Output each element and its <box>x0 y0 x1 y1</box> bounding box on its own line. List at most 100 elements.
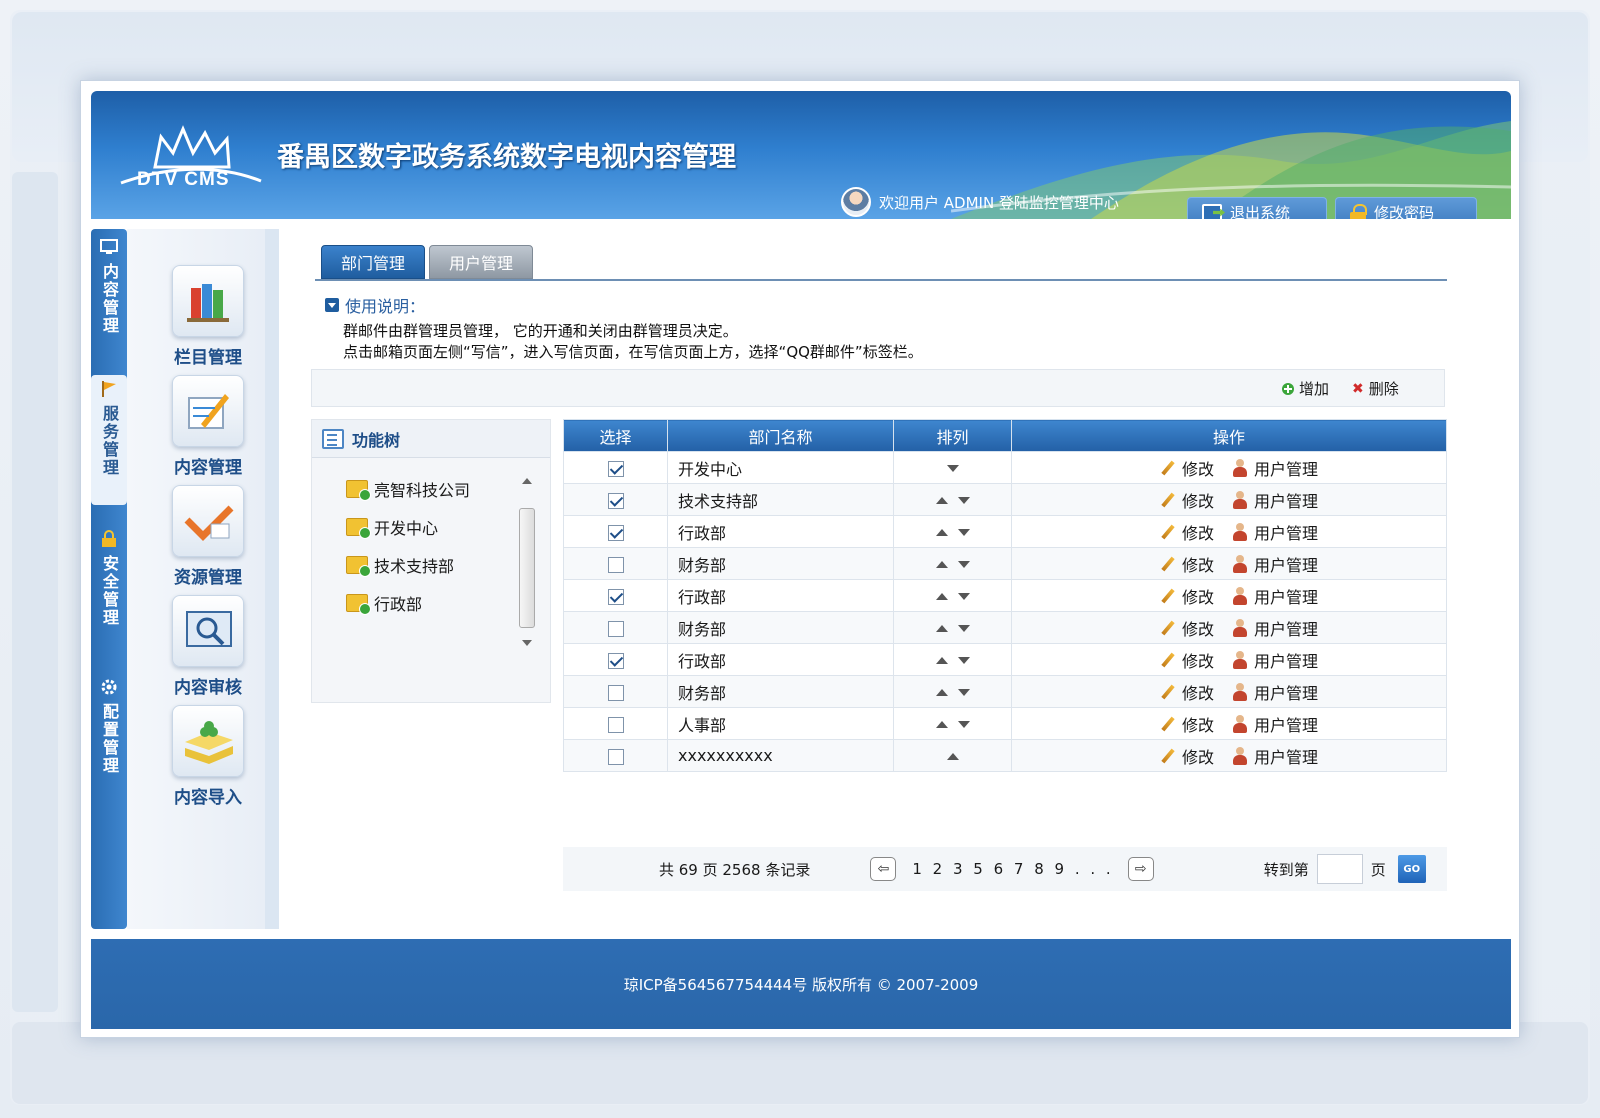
edit-link[interactable]: 修改 <box>1182 488 1214 512</box>
instructions-text: 群邮件由群管理员管理， 它的开通和关闭由群管理员决定。 点击邮箱页面左侧“写信”… <box>343 321 923 363</box>
user-management-link[interactable]: 用户管理 <box>1254 712 1318 736</box>
row-checkbox[interactable] <box>607 620 624 637</box>
edit-icon <box>172 375 244 447</box>
menu-content-review[interactable]: 内容审核 <box>163 595 253 698</box>
user-management-link[interactable]: 用户管理 <box>1254 552 1318 576</box>
move-up-icon[interactable] <box>946 753 959 760</box>
menu-column-management[interactable]: 栏目管理 <box>163 265 253 368</box>
module-content-management[interactable]: 内容管理 <box>91 237 127 335</box>
move-down-icon[interactable] <box>946 465 959 472</box>
user-management-link[interactable]: 用户管理 <box>1254 488 1318 512</box>
function-tree-title: 功能树 <box>352 430 401 450</box>
user-management-link[interactable]: 用户管理 <box>1254 456 1318 480</box>
user-management-link[interactable]: 用户管理 <box>1254 520 1318 544</box>
edit-link[interactable]: 修改 <box>1182 744 1214 768</box>
edit-link[interactable]: 修改 <box>1182 552 1214 576</box>
move-up-icon[interactable] <box>935 497 948 504</box>
department-name: xxxxxxxxxx <box>667 739 894 772</box>
add-button[interactable]: 增加 <box>1282 378 1329 399</box>
user-management-link[interactable]: 用户管理 <box>1254 680 1318 704</box>
department-name: 财务部 <box>667 547 894 580</box>
move-down-icon[interactable] <box>957 497 970 504</box>
actions-cell: 修改 用户管理 <box>1011 515 1447 548</box>
tree-item[interactable]: 技术支持部 <box>346 546 470 584</box>
move-down-icon[interactable] <box>957 721 970 728</box>
edit-link[interactable]: 修改 <box>1182 456 1214 480</box>
user-icon <box>1232 618 1248 637</box>
move-down-icon[interactable] <box>957 625 970 632</box>
module-config-management[interactable]: 配置管理 <box>91 677 127 775</box>
move-down-icon[interactable] <box>957 593 970 600</box>
prev-page-button[interactable]: ⇦ <box>870 857 897 881</box>
row-checkbox[interactable] <box>607 652 624 669</box>
move-up-icon[interactable] <box>935 529 948 536</box>
module-service-management[interactable]: 服务管理 <box>91 375 127 505</box>
move-up-icon[interactable] <box>935 689 948 696</box>
goto-page-input[interactable] <box>1316 854 1363 884</box>
module-security-management[interactable]: 安全管理 <box>91 529 127 627</box>
row-checkbox[interactable] <box>607 492 624 509</box>
tree-scrollbar[interactable] <box>518 472 536 652</box>
scroll-thumb[interactable] <box>519 508 535 628</box>
tree-item[interactable]: 亮智科技公司 <box>346 470 470 508</box>
select-cell <box>563 611 668 644</box>
delete-button[interactable]: ✖ 删除 <box>1352 378 1399 399</box>
scroll-down-icon[interactable] <box>522 640 532 646</box>
tree-item[interactable]: 行政部 <box>346 584 470 622</box>
pencil-icon <box>1160 524 1176 540</box>
row-checkbox[interactable] <box>607 684 624 701</box>
move-up-icon[interactable] <box>935 721 948 728</box>
move-up-icon[interactable] <box>935 625 948 632</box>
move-up-icon[interactable] <box>935 657 948 664</box>
move-up-icon[interactable] <box>935 561 948 568</box>
row-checkbox[interactable] <box>607 524 624 541</box>
user-management-link[interactable]: 用户管理 <box>1254 584 1318 608</box>
pencil-icon <box>1160 492 1176 508</box>
tab-department-management[interactable]: 部门管理 <box>321 245 425 279</box>
menu-content-management[interactable]: 内容管理 <box>163 375 253 478</box>
user-management-link[interactable]: 用户管理 <box>1254 648 1318 672</box>
menu-content-import[interactable]: 内容导入 <box>163 705 253 808</box>
edit-link[interactable]: 修改 <box>1182 712 1214 736</box>
go-button[interactable]: GO <box>1397 855 1426 883</box>
move-up-icon[interactable] <box>935 593 948 600</box>
logout-button[interactable]: 退出系统 <box>1187 197 1327 219</box>
table-row: 行政部 修改 用户管理 <box>563 515 1447 548</box>
move-down-icon[interactable] <box>957 689 970 696</box>
next-page-button[interactable]: ⇨ <box>1127 857 1154 881</box>
edit-link[interactable]: 修改 <box>1182 584 1214 608</box>
user-icon <box>1232 554 1248 573</box>
table-row: 开发中心 修改 用户管理 <box>563 451 1447 484</box>
row-checkbox[interactable] <box>607 460 624 477</box>
row-checkbox[interactable] <box>607 556 624 573</box>
user-management-link[interactable]: 用户管理 <box>1254 744 1318 768</box>
logout-label: 退出系统 <box>1230 204 1291 219</box>
change-password-button[interactable]: 修改密码 <box>1335 197 1477 219</box>
instructions-title: 使用说明： <box>345 297 426 316</box>
menu-resource-management[interactable]: 资源管理 <box>163 485 253 588</box>
move-down-icon[interactable] <box>957 561 970 568</box>
module-label: 配置管理 <box>100 703 119 775</box>
department-name: 行政部 <box>667 515 894 548</box>
instructions-toggle[interactable]: 使用说明： <box>325 293 425 317</box>
row-checkbox[interactable] <box>607 716 624 733</box>
move-down-icon[interactable] <box>957 657 970 664</box>
edit-link[interactable]: 修改 <box>1182 616 1214 640</box>
folder-add-icon <box>346 518 371 539</box>
tree-item-label: 行政部 <box>374 595 423 614</box>
department-name: 人事部 <box>667 707 894 740</box>
edit-link[interactable]: 修改 <box>1182 520 1214 544</box>
row-checkbox[interactable] <box>607 748 624 765</box>
move-down-icon[interactable] <box>957 529 970 536</box>
user-management-link[interactable]: 用户管理 <box>1254 616 1318 640</box>
menu-label: 内容审核 <box>174 678 242 698</box>
tab-user-management[interactable]: 用户管理 <box>429 245 533 279</box>
edit-link[interactable]: 修改 <box>1182 680 1214 704</box>
row-checkbox[interactable] <box>607 588 624 605</box>
scroll-up-icon[interactable] <box>522 478 532 484</box>
page-numbers[interactable]: 1 2 3 5 6 7 8 9 . . . <box>912 860 1113 878</box>
edit-link[interactable]: 修改 <box>1182 648 1214 672</box>
tree-item[interactable]: 开发中心 <box>346 508 470 546</box>
submenu-column: 栏目管理 内容管理 资源管理 内容审核 内容导入 <box>127 229 279 929</box>
select-cell <box>563 739 668 772</box>
